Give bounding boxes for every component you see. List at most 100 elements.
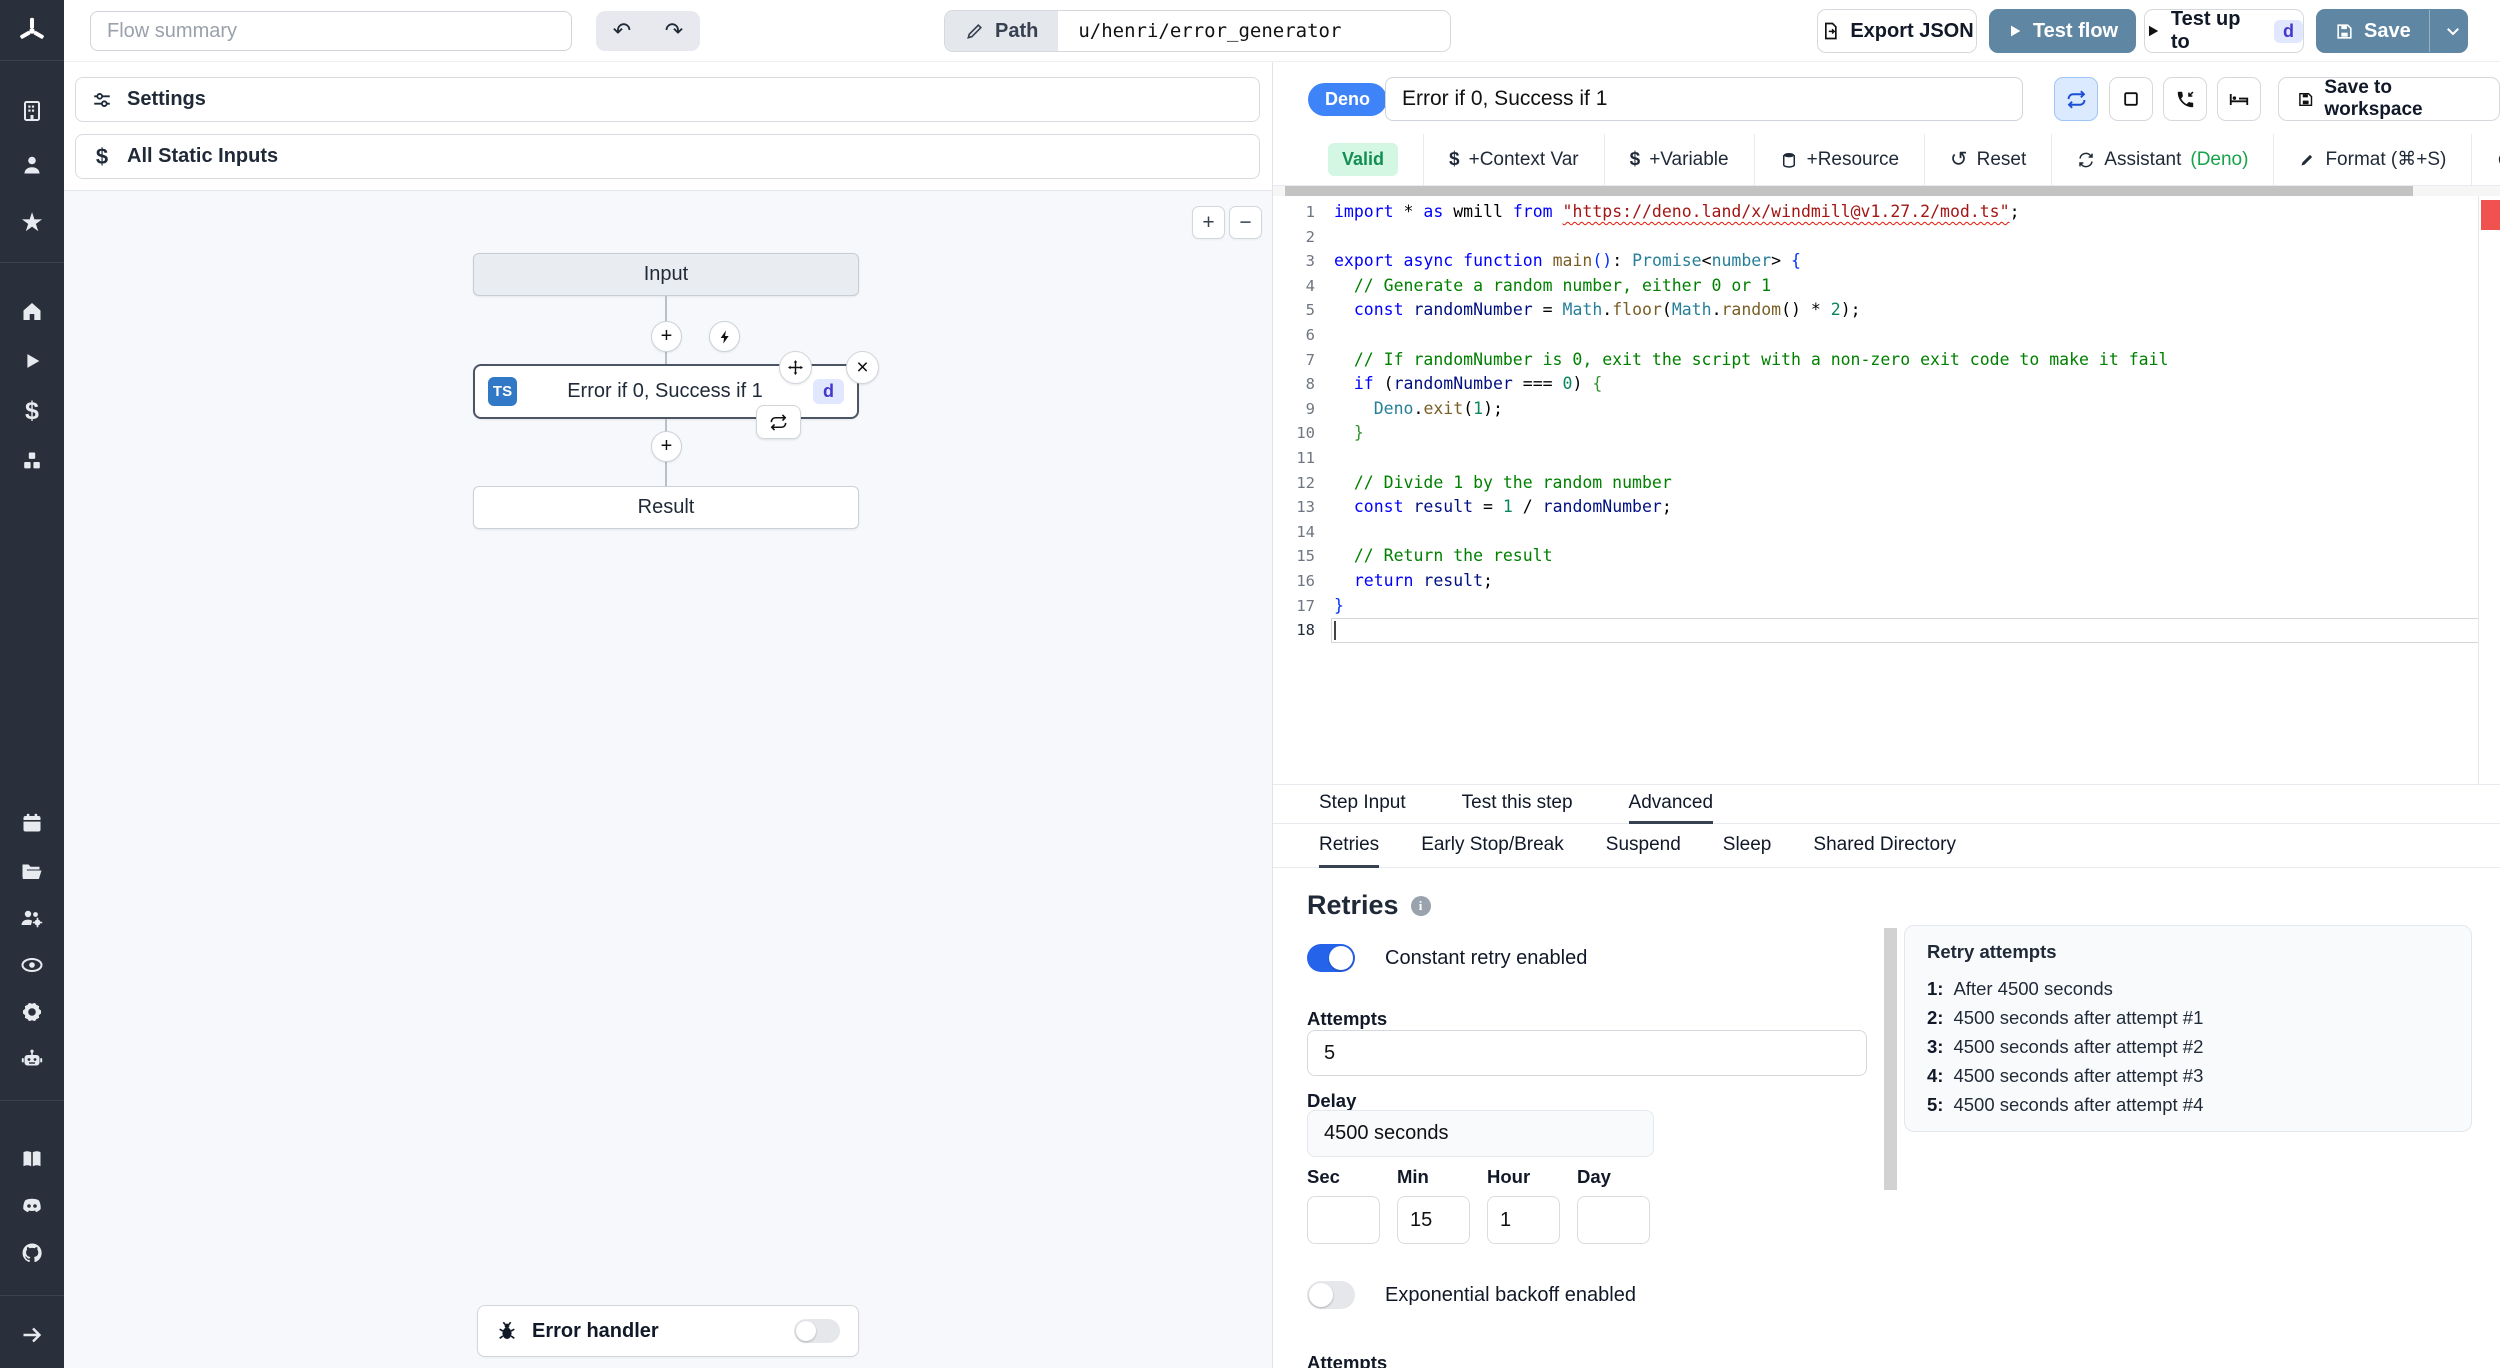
building-icon[interactable]	[15, 94, 49, 128]
tab-shared-directory[interactable]: Shared Directory	[1813, 824, 1956, 868]
code-line-8[interactable]: 8 if (randomNumber === 0) {	[1273, 372, 2500, 397]
zoom-in-button[interactable]: +	[1192, 206, 1225, 239]
arrow-right-icon[interactable]	[15, 1318, 49, 1352]
code-line-5[interactable]: 5 const randomNumber = Math.floor(Math.r…	[1273, 298, 2500, 323]
user-icon[interactable]	[15, 148, 49, 182]
line-number: 6	[1305, 325, 1315, 344]
retries-vscrollbar[interactable]	[1884, 928, 1897, 1190]
discord-icon[interactable]	[15, 1189, 49, 1223]
tab-retries[interactable]: Retries	[1319, 824, 1380, 868]
code-line-16[interactable]: 16 return result;	[1273, 569, 2500, 594]
add-resource-button[interactable]: +Resource	[1753, 134, 1924, 185]
cubes-icon[interactable]	[15, 444, 49, 478]
early-stop-button[interactable]	[2109, 77, 2153, 121]
play-icon[interactable]	[15, 344, 49, 378]
add-step-button[interactable]: +	[651, 321, 682, 352]
delete-step-button[interactable]: ×	[846, 351, 879, 384]
code-line-13[interactable]: 13 const result = 1 / randomNumber;	[1273, 495, 2500, 520]
redo-button[interactable]: ↷	[648, 11, 700, 51]
error-handler-node[interactable]: Error handler	[477, 1305, 859, 1357]
code-line-15[interactable]: 15 // Return the result	[1273, 544, 2500, 569]
code-line-6[interactable]: 6	[1273, 323, 2500, 348]
reset-button[interactable]: ↺ Reset	[1924, 134, 2051, 185]
code-line-10[interactable]: 10 }	[1273, 421, 2500, 446]
code-line-17[interactable]: 17}	[1273, 594, 2500, 619]
windmill-logo[interactable]	[15, 14, 49, 48]
code-line-2[interactable]: 2	[1273, 225, 2500, 250]
scrollbar-thumb[interactable]	[1285, 186, 2413, 196]
github-icon[interactable]	[15, 1236, 49, 1270]
line-number: 2	[1305, 227, 1315, 246]
flow-node-result[interactable]: Result	[473, 486, 859, 529]
error-handler-toggle[interactable]	[794, 1319, 840, 1343]
sleep-button[interactable]	[2217, 77, 2261, 121]
assistant-button[interactable]: Assistant (Deno)	[2051, 134, 2273, 185]
path-value[interactable]: u/henri/error_generator	[1058, 11, 1451, 51]
flow-node-step[interactable]: TS Error if 0, Success if 1 d ×	[473, 351, 879, 439]
time-field-input-day[interactable]	[1577, 1196, 1650, 1244]
export-json-button[interactable]: Export JSON	[1817, 9, 1977, 53]
robot-icon[interactable]	[15, 1042, 49, 1076]
path-chip[interactable]: Path u/henri/error_generator	[944, 10, 1452, 52]
code-line-11[interactable]: 11	[1273, 446, 2500, 471]
code-line-9[interactable]: 9 Deno.exit(1);	[1273, 397, 2500, 422]
zoom-out-button[interactable]: −	[1229, 206, 1262, 239]
error-handler-label: Error handler	[532, 1319, 659, 1342]
time-field-input-min[interactable]	[1397, 1196, 1470, 1244]
info-icon[interactable]: i	[1410, 895, 1431, 916]
constant-retry-toggle[interactable]	[1307, 944, 1355, 972]
refresh-icon	[2079, 152, 2094, 167]
tab-advanced[interactable]: Advanced	[1628, 785, 1714, 824]
retry-settings-button[interactable]	[2054, 77, 2098, 121]
code-editor[interactable]: 1 import * as wmill from "https://deno.la…	[1273, 196, 2500, 784]
code-line-1[interactable]: 1 import * as wmill from "https://deno.la…	[1273, 200, 2500, 225]
code-line-4[interactable]: 4 // Generate a random number, either 0 …	[1273, 274, 2500, 299]
calendar-icon[interactable]	[15, 806, 49, 840]
format-button[interactable]: Format (⌘+S)	[2273, 134, 2471, 185]
eye-icon[interactable]	[15, 948, 49, 982]
suspend-button[interactable]	[2163, 77, 2207, 121]
tab-step-input[interactable]: Step Input	[1319, 785, 1406, 824]
code-line-14[interactable]: 14	[1273, 520, 2500, 545]
dollar-icon[interactable]: $	[15, 394, 49, 428]
play-icon	[2010, 25, 2021, 37]
step-title-input[interactable]	[1385, 77, 2023, 121]
flow-node-input[interactable]: Input	[473, 253, 859, 296]
tab-test-this-step[interactable]: Test this step	[1462, 785, 1573, 824]
home-icon[interactable]	[15, 294, 49, 328]
flow-summary-input[interactable]	[90, 11, 572, 51]
code-line-3[interactable]: 3 export async function main(): Promise<n…	[1273, 249, 2500, 274]
code-line-18[interactable]: 18	[1273, 618, 2500, 643]
attempts-input[interactable]	[1307, 1030, 1867, 1076]
folder-icon[interactable]	[15, 854, 49, 888]
book-icon[interactable]	[15, 1142, 49, 1176]
undo-button[interactable]: ↶	[596, 11, 648, 51]
step-retry-badge[interactable]	[756, 405, 801, 439]
tab-sleep[interactable]: Sleep	[1723, 824, 1772, 868]
all-static-inputs-section[interactable]: $ All Static Inputs	[75, 134, 1260, 179]
save-button[interactable]: Save	[2317, 10, 2430, 52]
tab-early-stop-break[interactable]: Early Stop/Break	[1421, 824, 1564, 868]
tab-suspend[interactable]: Suspend	[1606, 824, 1681, 868]
move-step-button[interactable]	[779, 351, 812, 384]
add-context-var-button[interactable]: $ +Context Var	[1423, 134, 1604, 185]
test-up-to-button[interactable]: Test up to d	[2144, 8, 2304, 53]
trigger-bolt-button[interactable]	[709, 321, 740, 352]
star-icon[interactable]: ★	[15, 205, 49, 239]
time-field-input-sec[interactable]	[1307, 1196, 1380, 1244]
add-step-button[interactable]: +	[651, 431, 682, 462]
settings-section[interactable]: Settings	[75, 77, 1260, 122]
save-to-workspace-button[interactable]: Save to workspace	[2278, 77, 2500, 121]
test-flow-button[interactable]: Test flow	[1989, 9, 2136, 53]
save-dropdown-button[interactable]	[2440, 10, 2467, 52]
add-variable-button[interactable]: $ +Variable	[1603, 134, 1754, 185]
exponential-backoff-toggle[interactable]	[1307, 1281, 1355, 1309]
time-field-input-hour[interactable]	[1487, 1196, 1560, 1244]
code-line-7[interactable]: 7 // If randomNumber is 0, exit the scri…	[1273, 348, 2500, 373]
code-line-12[interactable]: 12 // Divide 1 by the random number	[1273, 471, 2500, 496]
users-gear-icon[interactable]	[15, 901, 49, 935]
editor-hscrollbar[interactable]	[1273, 186, 2500, 196]
explore-scripts-button[interactable]: Explore other s	[2471, 134, 2500, 185]
path-label-segment[interactable]: Path	[945, 11, 1059, 51]
gear-icon[interactable]	[15, 995, 49, 1029]
